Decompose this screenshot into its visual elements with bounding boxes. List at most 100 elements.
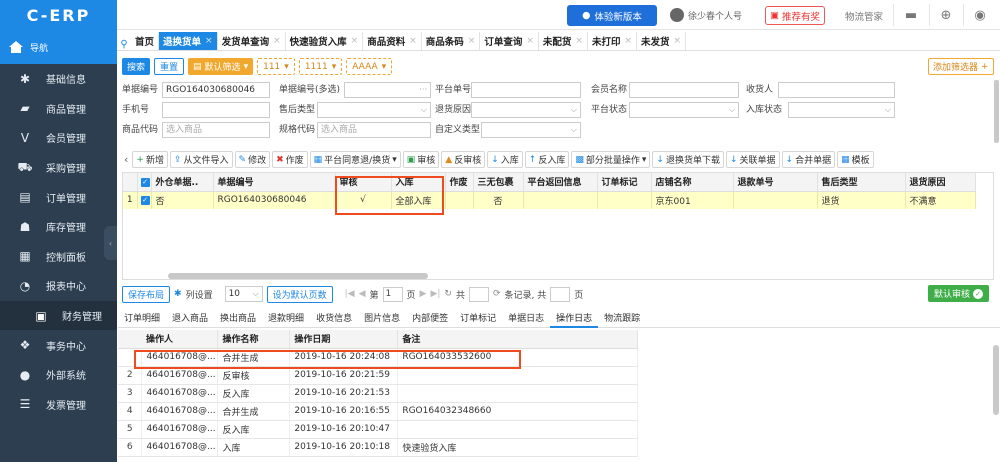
referral-reward-button[interactable]: ▣ 推荐有奖 — [765, 6, 825, 25]
sidebar-item[interactable]: ☗ 库存管理 — [0, 212, 117, 242]
search-button[interactable]: 搜索 — [122, 58, 151, 75]
order-no-input[interactable]: RGO164030680046 — [162, 82, 270, 98]
action-button[interactable]: ⇪ 从文件导入 — [169, 151, 233, 168]
sidebar-item[interactable]: ▦ 控制面板 — [0, 242, 117, 272]
custom-type-select[interactable]: ⌵ — [481, 122, 581, 138]
phone-input[interactable] — [162, 102, 270, 118]
grid-horizontal-scrollbar[interactable] — [168, 273, 428, 279]
action-button[interactable]: ▦ 平台同意退/换货 ▾ — [309, 151, 401, 168]
receiver-input[interactable] — [778, 82, 895, 98]
detail-tab[interactable]: 内部便签 — [406, 312, 454, 328]
action-button[interactable]: ✎ 修改 — [234, 151, 271, 168]
action-button[interactable]: ↓ 入库 — [487, 151, 523, 168]
default-filter-button[interactable]: ▤ 默认筛选 ▾ — [188, 58, 254, 75]
close-icon[interactable]: × — [674, 36, 682, 46]
sidebar-item[interactable]: ✱ 基础信息 — [0, 64, 117, 94]
prev-page-icon[interactable]: ◀ — [359, 289, 366, 299]
detail-tab[interactable]: 单据日志 — [502, 312, 550, 328]
grid-column-header[interactable]: 作废 — [445, 173, 474, 192]
reset-button[interactable]: 重置 — [154, 58, 185, 75]
close-icon[interactable]: × — [351, 36, 359, 46]
sidebar-item[interactable]: ☰ 发票管理 — [0, 390, 117, 420]
close-icon[interactable]: × — [526, 36, 534, 46]
search-icon[interactable]: ⚲ — [117, 39, 131, 50]
account-icon[interactable]: ◉ — [971, 6, 989, 24]
detail-tab[interactable]: 物流跟踪 — [598, 312, 646, 328]
grid-column-header[interactable]: 平台返回信息 — [523, 173, 598, 192]
action-button[interactable]: ↓ 关联单据 — [725, 151, 780, 168]
sidebar-item[interactable]: ● 外部系统 — [0, 360, 117, 390]
action-button[interactable]: ▦ 模板 — [837, 151, 874, 168]
row-checkbox[interactable]: ✓ — [137, 191, 152, 209]
chevron-left-icon[interactable]: ‹ — [122, 153, 130, 166]
sidebar-item[interactable]: V 会员管理 — [0, 123, 117, 153]
page-tab[interactable]: 首页 — [131, 32, 160, 50]
filter-scrollbar[interactable] — [994, 80, 999, 143]
close-icon[interactable]: × — [575, 36, 583, 46]
page-tab[interactable]: 未发货 × — [637, 32, 687, 50]
column-settings-link[interactable]: 列设置 — [186, 288, 213, 301]
after-sale-type-select[interactable]: ⌵ — [317, 102, 431, 118]
grid-column-header[interactable]: 三无包裹 — [473, 173, 524, 192]
order-no-multi-input[interactable]: ··· — [344, 82, 431, 98]
page-tab[interactable]: 快速验货入库 × — [286, 32, 364, 50]
save-layout-button[interactable]: 保存布局 — [122, 285, 171, 303]
last-page-icon[interactable]: ▶| — [430, 289, 440, 299]
default-approve-toggle[interactable]: 默认审核 ✓ — [928, 285, 989, 302]
action-button[interactable]: ↑ 反入库 — [524, 151, 570, 168]
sidebar-item[interactable]: ▰ 商品管理 — [0, 94, 117, 124]
try-new-version-button[interactable]: ● 体验新版本 — [567, 5, 657, 26]
table-row[interactable]: 4 464016708@... 合并生成 2019-10-16 20:16:55 RGO… — [118, 402, 638, 421]
sidebar-item[interactable]: ⛟ 采购管理 — [0, 153, 117, 183]
nav-toggle[interactable]: 导航 — [0, 30, 117, 64]
sidebar-item[interactable]: ▣ 财务管理 — [0, 300, 117, 331]
first-page-icon[interactable]: |◀ — [345, 289, 355, 299]
action-button[interactable]: ✖ 作废 — [272, 151, 308, 168]
page-tab[interactable]: 未打印 × — [588, 32, 638, 50]
close-icon[interactable]: × — [409, 36, 417, 46]
grid-column-header[interactable]: 退款单号 — [733, 173, 818, 192]
detail-tab[interactable]: 退入商品 — [166, 312, 214, 328]
detail-tab[interactable]: 收货信息 — [310, 312, 358, 328]
platform-no-input[interactable] — [471, 82, 581, 98]
globe-icon[interactable]: ⊕ — [937, 6, 955, 24]
filter-chip[interactable]: 111 ▾ — [257, 58, 295, 75]
add-filter-button[interactable]: 添加筛选器 + — [928, 58, 994, 75]
filter-chip[interactable]: AAAA ▾ — [346, 58, 393, 75]
grid-column-header[interactable]: 退货原因 — [905, 173, 976, 192]
sidebar-item[interactable]: ❖ 事务中心 — [0, 330, 117, 360]
log-vertical-scrollbar[interactable] — [993, 345, 999, 415]
detail-tab[interactable]: 图片信息 — [358, 312, 406, 328]
page-tab[interactable]: 商品条码 × — [422, 32, 481, 50]
action-button[interactable]: ↓ 合并单据 — [781, 151, 836, 168]
select-all-checkbox[interactable]: ✓ — [137, 173, 152, 192]
grid-column-header[interactable]: 售后类型 — [817, 173, 906, 192]
action-button[interactable]: ▣ 审核 — [402, 151, 440, 168]
close-icon[interactable]: × — [273, 36, 281, 46]
logistics-manager-link[interactable]: 物流管家 — [845, 9, 883, 23]
sidebar-item[interactable]: ▤ 订单管理 — [0, 182, 117, 212]
page-tab[interactable]: 订单查询 × — [480, 32, 539, 50]
monitor-icon[interactable]: ▬ — [902, 6, 920, 24]
spec-code-input[interactable]: 选入商品 — [317, 122, 431, 138]
refresh-icon[interactable]: ↻ — [444, 289, 452, 299]
action-button[interactable]: ↓ 退换货单下载 — [652, 151, 724, 168]
grid-column-header[interactable]: 外仓单据.. — [151, 173, 214, 192]
close-icon[interactable]: × — [468, 36, 476, 46]
detail-tab[interactable]: 换出商品 — [214, 312, 262, 328]
member-input[interactable] — [629, 82, 739, 98]
table-row[interactable]: 6 464016708@... 入库 2019-10-16 20:10:18 快速验货入… — [118, 438, 638, 457]
page-number-input[interactable]: 1 — [382, 286, 403, 302]
grid-column-header[interactable]: 订单标记 — [597, 173, 652, 192]
detail-tab[interactable]: 退款明细 — [262, 312, 310, 328]
stock-status-select[interactable]: ⌵ — [788, 102, 895, 118]
close-icon[interactable]: × — [624, 36, 632, 46]
reload-icon[interactable]: ⟳ — [493, 289, 501, 299]
sidebar-item[interactable]: ◔ 报表中心 — [0, 271, 117, 301]
sidebar-collapse-handle[interactable]: ‹ — [104, 226, 117, 260]
detail-tab[interactable]: 操作日志 — [550, 312, 599, 328]
page-tab[interactable]: 退换货单 × — [159, 32, 218, 50]
action-button[interactable]: ▩ 部分批量操作 ▾ — [571, 151, 651, 168]
detail-tab[interactable]: 订单明细 — [118, 312, 166, 328]
detail-tab[interactable]: 订单标记 — [454, 312, 502, 328]
